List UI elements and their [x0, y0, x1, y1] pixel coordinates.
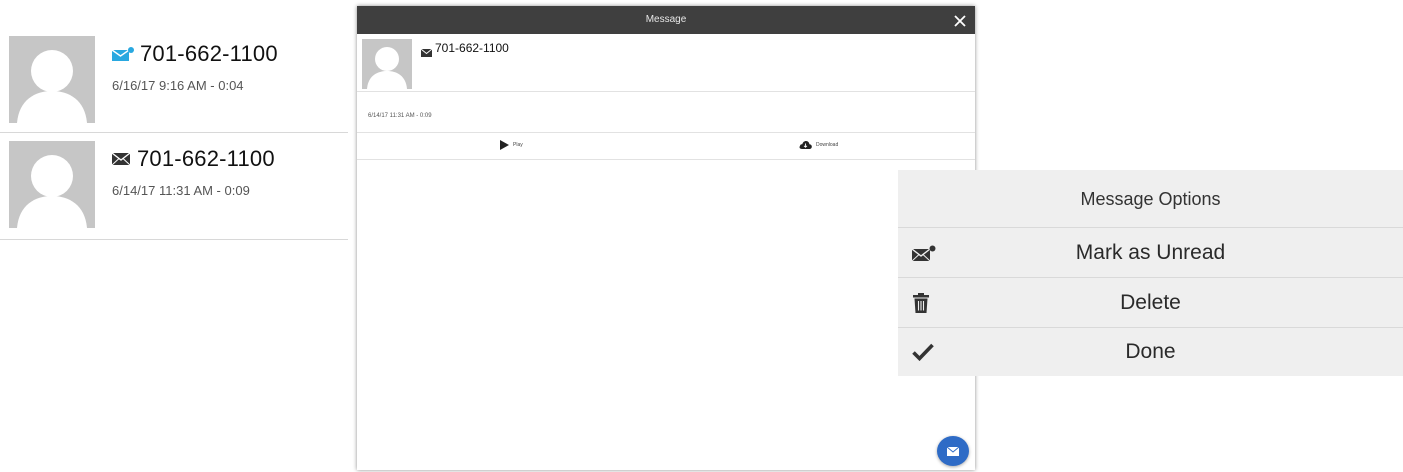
done-button[interactable]: Done: [898, 328, 1403, 375]
download-label: Download: [816, 141, 839, 148]
envelope-icon: [420, 44, 433, 62]
screen: 701-662-1100 6/16/17 9:16 AM - 0:04 701-…: [0, 0, 1403, 472]
caller-number: 701-662-1100: [435, 41, 509, 55]
cloud-download-icon: [799, 141, 812, 149]
caller-number: 701-662-1100: [140, 41, 278, 66]
dialog-header: Message: [357, 6, 975, 34]
delete-button[interactable]: Delete: [898, 278, 1403, 328]
download-button[interactable]: Download: [799, 140, 838, 149]
mark-as-unread-button[interactable]: Mark as Unread: [898, 228, 1403, 278]
envelope-icon: [111, 152, 131, 170]
envelope-unread-icon: [912, 245, 936, 261]
play-icon: [500, 140, 509, 150]
message-options-sheet: Message Options Mark as Unread Delete Do…: [898, 170, 1403, 376]
message-date: 6/14/17 11:31 AM - 0:09: [368, 113, 432, 119]
message-meta: 6/16/17 9:16 AM - 0:04: [112, 78, 244, 93]
avatar: [9, 36, 95, 123]
avatar: [9, 141, 95, 228]
envelope-icon: [947, 446, 959, 456]
avatar: [362, 39, 412, 89]
done-label: Done: [1125, 340, 1176, 363]
unread-envelope-icon: [111, 47, 134, 66]
trash-icon: [912, 292, 930, 313]
caller-info: 701-662-1100: [357, 34, 975, 92]
caller-number: 701-662-1100: [137, 146, 275, 171]
list-item[interactable]: 701-662-1100 6/14/17 11:31 AM - 0:09: [0, 133, 348, 240]
delete-label: Delete: [1120, 291, 1181, 314]
dialog-title: Message: [645, 14, 687, 25]
voicemail-list: 701-662-1100 6/16/17 9:16 AM - 0:04 701-…: [0, 28, 348, 240]
mark-as-unread-label: Mark as Unread: [1075, 241, 1226, 264]
play-label: Play: [513, 142, 523, 148]
playback-actions: Play Download: [357, 132, 975, 160]
checkmark-icon: [912, 343, 934, 361]
play-button[interactable]: Play: [499, 140, 523, 150]
list-item[interactable]: 701-662-1100 6/16/17 9:16 AM - 0:04: [0, 28, 348, 133]
message-meta: 6/14/17 11:31 AM - 0:09: [112, 183, 250, 198]
sheet-title: Message Options: [898, 170, 1403, 228]
message-dialog: Message 701-662-1100 6/14/17 11:31 AM - …: [357, 6, 975, 470]
compose-message-button[interactable]: [937, 436, 969, 466]
close-icon[interactable]: [953, 12, 967, 27]
